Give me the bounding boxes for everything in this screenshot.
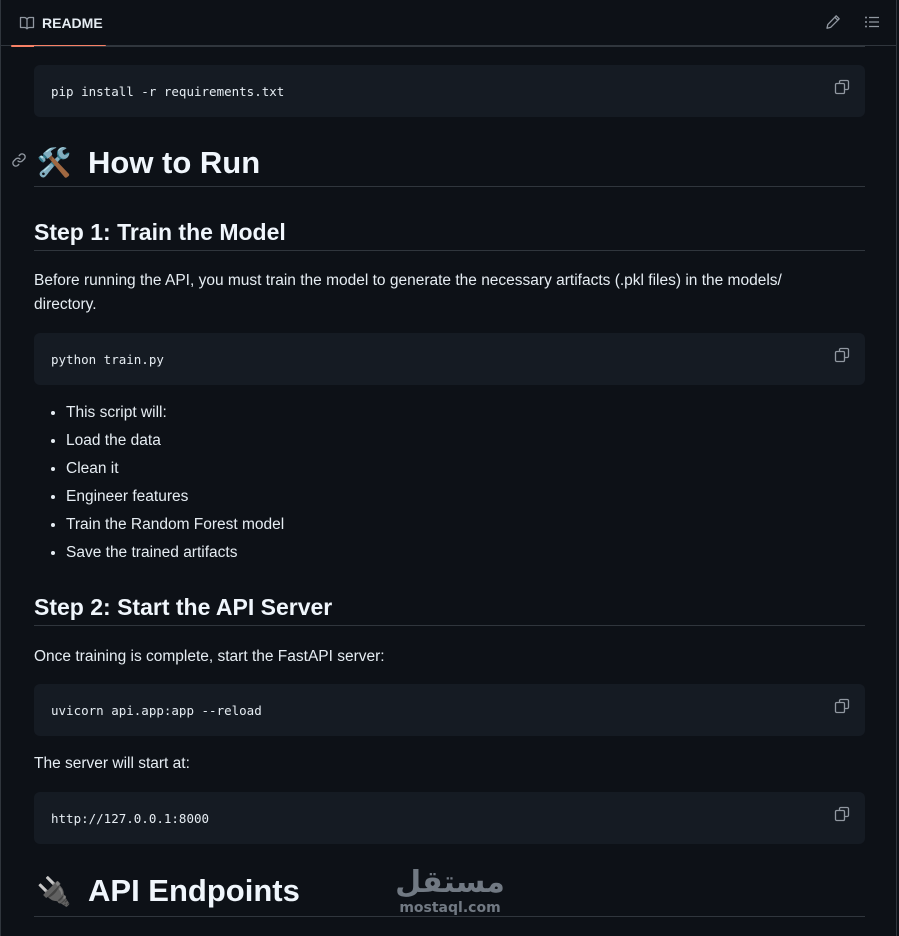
paragraph-line: directory. (34, 296, 97, 313)
heading-step-2: Step 2: Start the API Server (34, 590, 865, 626)
paragraph-line: Before running the API, you must train t… (34, 272, 782, 289)
readme-tab-label: README (42, 15, 103, 31)
copy-icon[interactable] (833, 78, 851, 96)
code-text: http://127.0.0.1:8000 (51, 810, 210, 826)
list-item: Clean it (66, 455, 284, 483)
book-icon (19, 15, 35, 31)
copy-icon[interactable] (833, 697, 851, 715)
copy-icon[interactable] (833, 805, 851, 823)
code-block-train: python train.py (34, 333, 865, 385)
mostaql-watermark: مستقل mostaql.com (394, 865, 506, 917)
code-text: uvicorn api.app:app --reload (51, 702, 262, 718)
server-start-text: The server will start at: (34, 755, 190, 772)
watermark-arabic: مستقل (395, 865, 505, 900)
heading-text: API Endpoints (88, 873, 300, 908)
list-item: Save the trained artifacts (66, 539, 284, 567)
section-divider (34, 46, 865, 50)
list-item: Engineer features (66, 483, 284, 511)
step-2-description: Once training is complete, start the Fas… (34, 648, 385, 665)
code-block-install: pip install -r requirements.txt (34, 65, 865, 117)
step-1-bullet-list: This script will: Load the data Clean it… (34, 399, 284, 567)
step-1-description: Before running the API, you must train t… (34, 269, 834, 317)
readme-panel: README pip install -r requirements.txt 🛠… (0, 0, 897, 936)
list-item: Load the data (66, 427, 284, 455)
code-text: pip install -r requirements.txt (51, 83, 285, 99)
copy-icon[interactable] (833, 346, 851, 364)
readme-header: README (1, 0, 896, 47)
watermark-latin: mostaql.com (399, 900, 501, 916)
heading-how-to-run: 🛠️ How to Run (34, 139, 865, 187)
heading-text: Step 1: Train the Model (34, 219, 286, 245)
tools-icon: 🛠️ (36, 147, 72, 178)
code-block-uvicorn: uvicorn api.app:app --reload (34, 684, 865, 736)
link-icon[interactable] (11, 152, 27, 168)
readme-tab[interactable]: README (11, 0, 106, 47)
list-item: This script will: (66, 399, 284, 427)
heading-step-1: Step 1: Train the Model (34, 215, 865, 251)
list-item: Train the Random Forest model (66, 511, 284, 539)
plug-icon: 🔌 (36, 875, 72, 907)
heading-text: Step 2: Start the API Server (34, 594, 333, 620)
pencil-icon[interactable] (824, 13, 842, 31)
code-text: python train.py (51, 351, 164, 367)
heading-text: How to Run (88, 144, 261, 180)
list-icon[interactable] (863, 13, 881, 31)
code-block-url: http://127.0.0.1:8000 (34, 792, 865, 844)
